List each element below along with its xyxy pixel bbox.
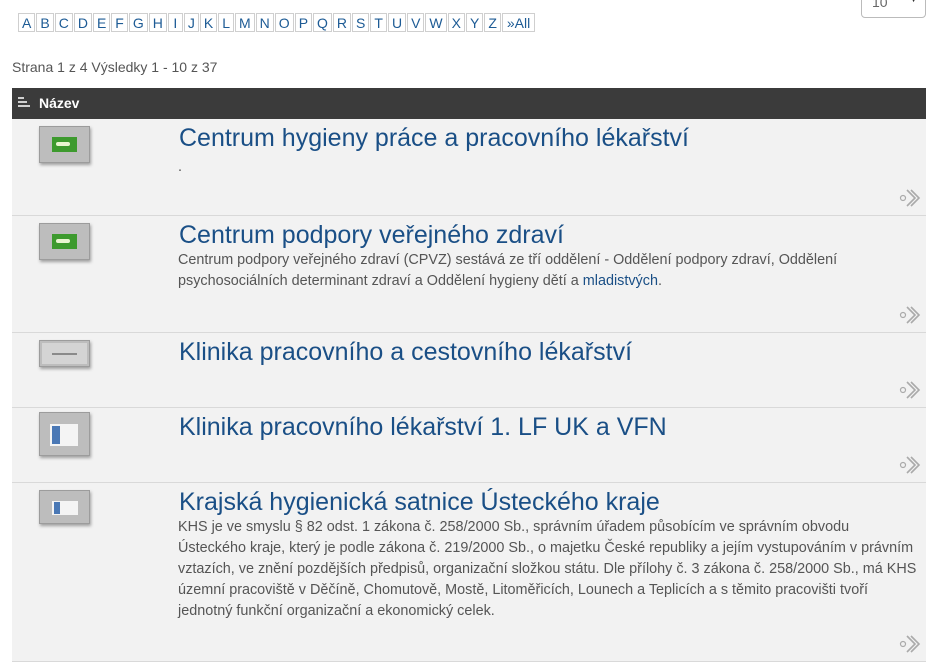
item-title-link[interactable]: Centrum hygieny práce a pracovního lékař…	[179, 124, 689, 153]
list-item: Krajská hygienická satnice Ústeckého kra…	[12, 483, 926, 662]
more-arrow-icon[interactable]	[899, 304, 921, 324]
thumbnail-image[interactable]	[39, 412, 90, 456]
letter-link-z[interactable]: Z	[484, 13, 501, 32]
letter-link-g[interactable]: G	[128, 13, 148, 32]
letter-link-m[interactable]: M	[235, 13, 255, 32]
item-title-link[interactable]: Klinika pracovního lékařství 1. LF UK a …	[179, 413, 667, 442]
thumbnail-image[interactable]	[39, 223, 90, 260]
letter-link-all[interactable]: »All	[501, 13, 536, 32]
table-header: Název	[12, 88, 926, 119]
letter-link-h[interactable]: H	[148, 13, 167, 32]
description-link[interactable]: mladistvých	[583, 273, 658, 289]
thumbnail-image[interactable]	[39, 340, 90, 367]
letter-link-l[interactable]: L	[218, 13, 234, 32]
letter-link-x[interactable]: X	[447, 13, 465, 32]
letter-link-f[interactable]: F	[111, 13, 128, 32]
item-title-link[interactable]: Klinika pracovního a cestovního lékařstv…	[179, 338, 632, 367]
sort-icon[interactable]	[18, 97, 30, 109]
column-header-name[interactable]: Název	[39, 95, 79, 111]
letter-link-d[interactable]: D	[73, 13, 92, 32]
letter-link-y[interactable]: Y	[465, 13, 484, 32]
more-arrow-icon[interactable]	[899, 454, 921, 474]
letter-link-n[interactable]: N	[255, 13, 274, 32]
letter-link-a[interactable]: A	[18, 13, 36, 32]
letter-link-p[interactable]: P	[294, 13, 313, 32]
item-description-end: .	[657, 273, 662, 289]
letter-link-s[interactable]: S	[352, 13, 370, 32]
pagination-summary: Strana 1 z 4 Výsledky 1 - 10 z 37	[12, 59, 218, 75]
letter-link-r[interactable]: R	[332, 13, 352, 32]
letter-link-t[interactable]: T	[370, 13, 387, 32]
per-page-select[interactable]: 10 ▼	[861, 0, 926, 18]
list-item: Centrum hygieny práce a pracovního lékař…	[12, 119, 926, 216]
per-page-value: 10	[872, 0, 888, 10]
letter-link-e[interactable]: E	[92, 13, 111, 32]
thumbnail-image[interactable]	[39, 490, 90, 524]
more-arrow-icon[interactable]	[899, 633, 921, 653]
letter-link-k[interactable]: K	[199, 13, 218, 32]
item-description: .	[178, 159, 182, 175]
letter-link-c[interactable]: C	[54, 13, 73, 32]
item-description: Centrum podpory veřejného zdraví (CPVZ) …	[178, 250, 918, 292]
letter-link-o[interactable]: O	[274, 13, 294, 32]
alphabet-filter: A B C D E F G H I J K L M N O P Q R S T U V W X Y Z »All	[18, 13, 536, 32]
thumbnail-image[interactable]	[39, 126, 90, 163]
letter-link-u[interactable]: U	[387, 13, 407, 32]
item-title-link[interactable]: Krajská hygienická satnice Ústeckého kra…	[179, 488, 660, 517]
item-title-link[interactable]: Centrum podpory veřejného zdraví	[179, 221, 564, 250]
letter-link-b[interactable]: B	[36, 13, 54, 32]
chevron-down-icon: ▼	[909, 0, 918, 4]
letter-link-v[interactable]: V	[407, 13, 425, 32]
letter-link-w[interactable]: W	[425, 13, 447, 32]
list-item: Klinika pracovního lékařství 1. LF UK a …	[12, 408, 926, 483]
item-description: KHS je ve smyslu § 82 odst. 1 zákona č. …	[178, 519, 917, 619]
more-arrow-icon[interactable]	[899, 379, 921, 399]
list-item: Centrum podpory veřejného zdraví Centrum…	[12, 216, 926, 333]
letter-link-i[interactable]: I	[167, 13, 183, 32]
item-description-text: Centrum podpory veřejného zdraví (CPVZ) …	[178, 252, 838, 289]
list-item: Klinika pracovního a cestovního lékařstv…	[12, 333, 926, 408]
letter-link-q[interactable]: Q	[313, 13, 332, 32]
letter-link-j[interactable]: J	[183, 13, 199, 32]
more-arrow-icon[interactable]	[899, 187, 921, 207]
